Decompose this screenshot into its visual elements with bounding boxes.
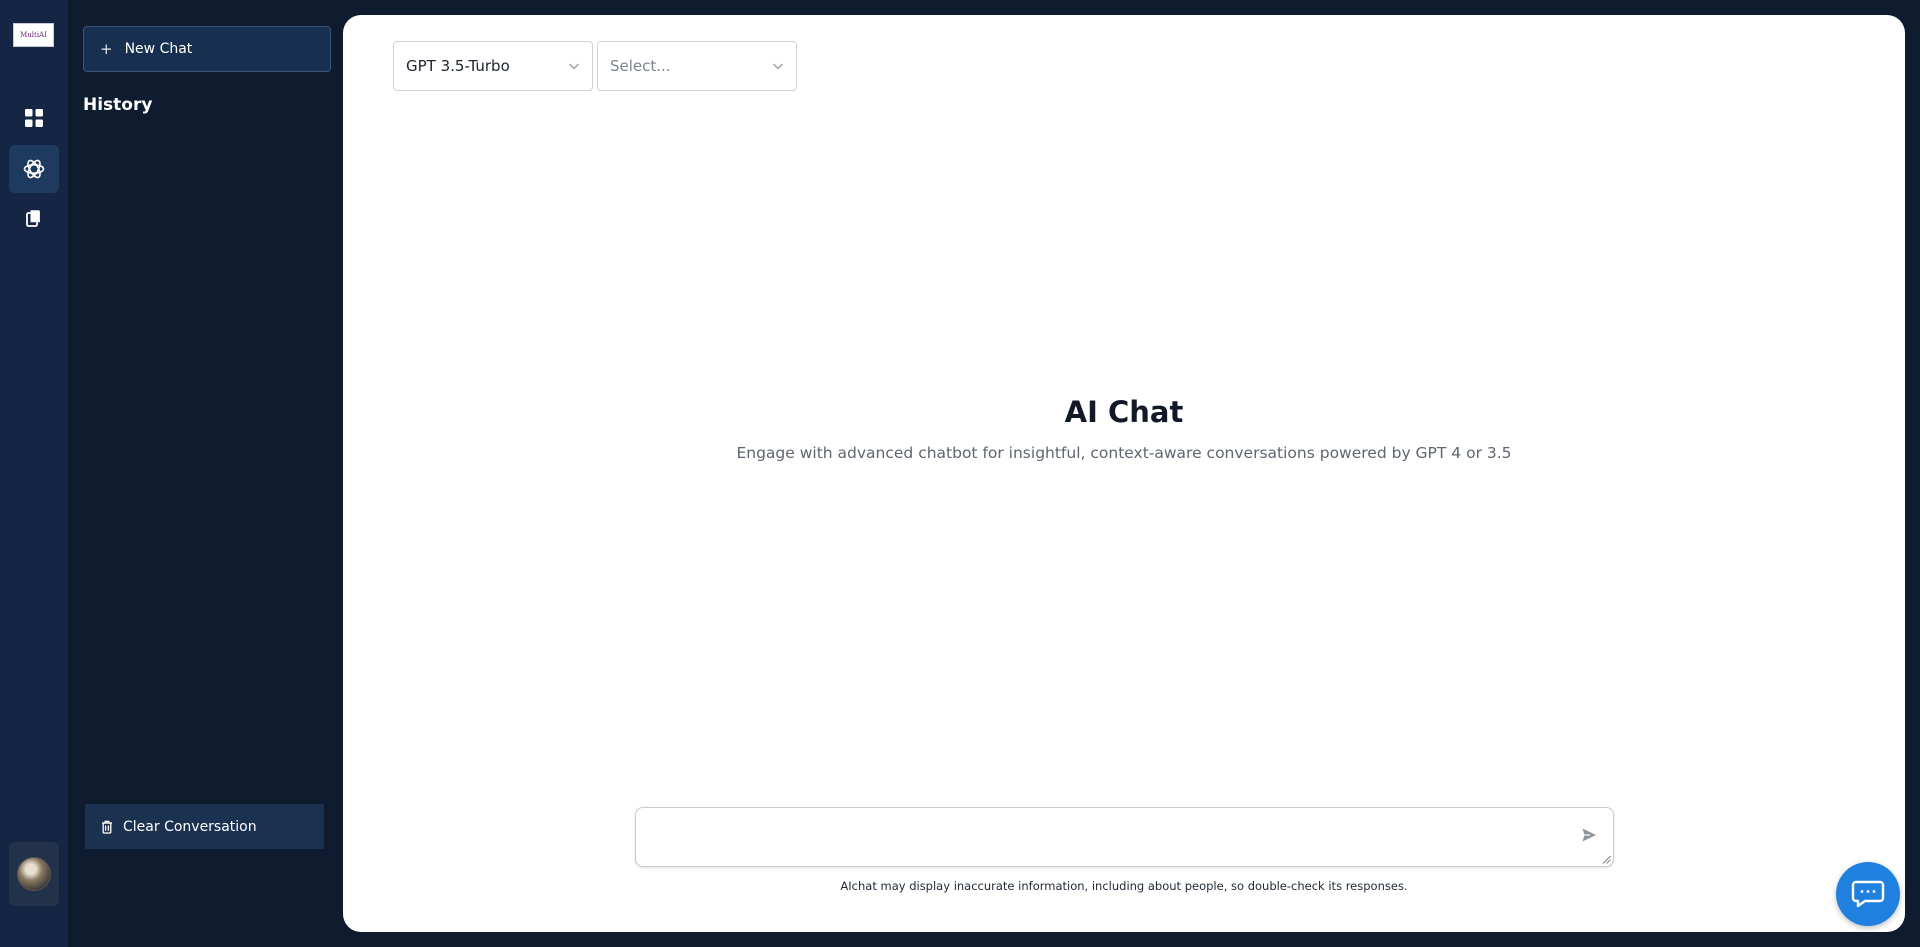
chat-main-panel: GPT 3.5-Turbo Select... AI Chat Engage w… [343, 15, 1905, 932]
option-select-placeholder: Select... [610, 57, 671, 75]
documents-nav-button[interactable] [9, 194, 59, 242]
documents-icon [26, 210, 40, 227]
clear-conversation-label: Clear Conversation [123, 818, 257, 835]
resize-handle-icon[interactable] [1602, 855, 1611, 864]
new-chat-label: New Chat [124, 41, 193, 57]
clear-conversation-button[interactable]: Clear Conversation [85, 804, 324, 849]
openai-chat-icon [23, 159, 45, 179]
history-sidebar: + New Chat History Clear Conversation [68, 0, 343, 947]
history-heading: History [83, 95, 153, 115]
plus-icon: + [100, 40, 113, 58]
support-chat-button[interactable] [1836, 862, 1900, 926]
chat-bubble-icon [1851, 880, 1885, 908]
icon-rail: MultiAI [0, 0, 68, 947]
model-select[interactable]: GPT 3.5-Turbo [393, 41, 593, 91]
chevron-down-icon [568, 63, 580, 70]
page-subtitle: Engage with advanced chatbot for insight… [736, 444, 1512, 462]
option-select[interactable]: Select... [597, 41, 797, 91]
page-title: AI Chat [1064, 395, 1184, 429]
user-avatar-button[interactable] [9, 842, 59, 906]
new-chat-button[interactable]: + New Chat [83, 26, 331, 72]
chat-message-input[interactable] [635, 807, 1614, 867]
dashboard-nav-button[interactable] [9, 94, 59, 142]
model-select-value: GPT 3.5-Turbo [406, 57, 510, 75]
ai-chat-nav-button[interactable] [9, 145, 59, 193]
trash-icon [102, 820, 112, 834]
disclaimer-text: AIchat may display inaccurate informatio… [840, 879, 1408, 893]
avatar [17, 857, 51, 891]
dashboard-grid-icon [25, 109, 43, 127]
send-icon[interactable] [1581, 827, 1597, 843]
app-logo[interactable]: MultiAI [13, 23, 54, 47]
chevron-down-icon [772, 63, 784, 70]
